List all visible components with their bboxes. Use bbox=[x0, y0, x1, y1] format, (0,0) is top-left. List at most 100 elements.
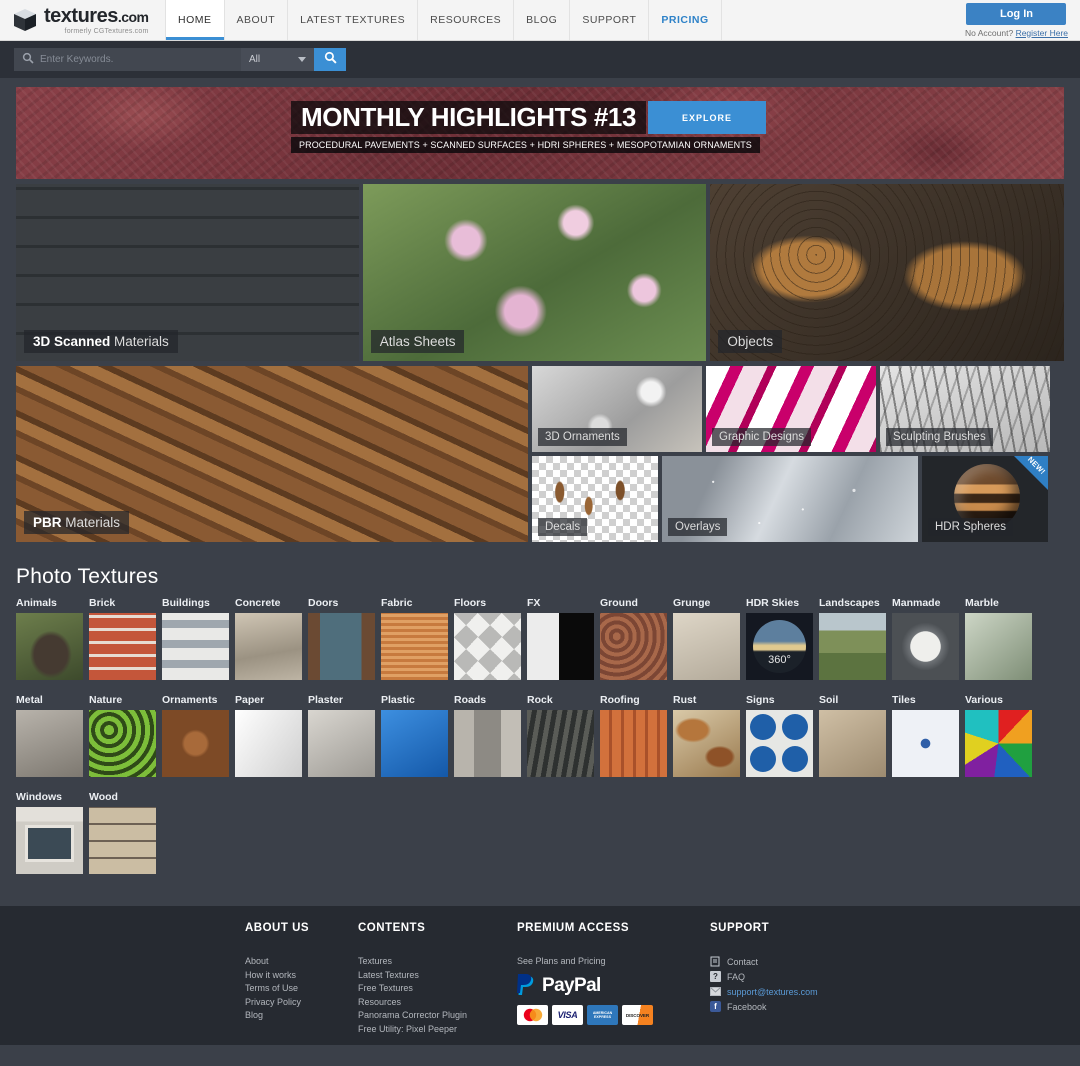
search-field-wrapper[interactable] bbox=[14, 48, 241, 71]
category-cell-ornaments[interactable]: Ornaments bbox=[162, 694, 235, 777]
category-thumbnail bbox=[527, 710, 594, 777]
paypal-icon bbox=[517, 974, 537, 997]
support-link-facebook[interactable]: f Facebook bbox=[710, 1001, 818, 1012]
nav-item-about[interactable]: ABOUT bbox=[223, 0, 288, 40]
category-label: Paper bbox=[235, 694, 265, 706]
card-label: AMERICAN EXPRESS bbox=[592, 1010, 613, 1020]
category-cell-marble[interactable]: Marble bbox=[965, 597, 1038, 680]
search-category-value: All bbox=[249, 54, 261, 65]
support-link-email[interactable]: support@textures.com bbox=[710, 986, 818, 997]
footer-link-textures[interactable]: Textures bbox=[358, 956, 517, 966]
support-link-contact[interactable]: Contact bbox=[710, 956, 818, 967]
support-link-faq[interactable]: ? FAQ bbox=[710, 971, 818, 982]
category-cell-hdr-skies[interactable]: HDR Skies 360° bbox=[746, 597, 819, 680]
tile-label: 3D Scanned Materials bbox=[24, 330, 178, 353]
category-label: Rust bbox=[673, 694, 697, 706]
category-cell-fx[interactable]: FX bbox=[527, 597, 600, 680]
category-cell-animals[interactable]: Animals bbox=[16, 597, 89, 680]
category-cell-grunge[interactable]: Grunge bbox=[673, 597, 746, 680]
footer-link-latest-textures[interactable]: Latest Textures bbox=[358, 970, 517, 980]
search-category-select[interactable]: All bbox=[241, 48, 314, 71]
category-cell-concrete[interactable]: Concrete bbox=[235, 597, 308, 680]
footer-link-terms-of-use[interactable]: Terms of Use bbox=[245, 983, 358, 993]
footer-link-panorama-corrector-plugin[interactable]: Panorama Corrector Plugin bbox=[358, 1010, 517, 1020]
category-cell-paper[interactable]: Paper bbox=[235, 694, 308, 777]
footer-link-blog[interactable]: Blog bbox=[245, 1010, 358, 1020]
tile-label-bold: 3D Scanned bbox=[33, 334, 111, 349]
promo-banner[interactable]: MONTHLY HIGHLIGHTS #13 EXPLORE PROCEDURA… bbox=[16, 87, 1064, 179]
sign-circle bbox=[782, 714, 808, 740]
page-title: Photo Textures bbox=[16, 565, 159, 588]
tile-label-rest: Materials bbox=[61, 515, 121, 530]
footer-link-resources[interactable]: Resources bbox=[358, 997, 517, 1007]
category-cell-rust[interactable]: Rust bbox=[673, 694, 746, 777]
paypal-label: PayPal bbox=[542, 974, 601, 996]
see-plans-and-pricing-link[interactable]: See Plans and Pricing bbox=[517, 956, 710, 966]
nav-label: RESOURCES bbox=[430, 14, 502, 26]
category-cell-windows[interactable]: Windows bbox=[16, 791, 89, 874]
support-label: FAQ bbox=[727, 971, 746, 982]
category-cell-floors[interactable]: Floors bbox=[454, 597, 527, 680]
category-cell-buildings[interactable]: Buildings bbox=[162, 597, 235, 680]
category-thumbnail bbox=[89, 710, 156, 777]
category-cell-plastic[interactable]: Plastic bbox=[381, 694, 454, 777]
footer-link-how-it-works[interactable]: How it works bbox=[245, 970, 358, 980]
login-button[interactable]: Log In bbox=[966, 2, 1067, 25]
category-label: Various bbox=[965, 694, 1003, 706]
category-thumbnail bbox=[16, 613, 83, 680]
category-cell-tiles[interactable]: Tiles bbox=[892, 694, 965, 777]
category-thumbnail bbox=[235, 613, 302, 680]
feature-tile-hdr-spheres[interactable]: NEW! HDR Spheres bbox=[922, 456, 1048, 542]
register-link[interactable]: Register Here bbox=[1016, 28, 1068, 38]
banner-explore-button[interactable]: EXPLORE bbox=[648, 101, 766, 134]
search-input[interactable] bbox=[40, 54, 233, 65]
nav-item-pricing[interactable]: PRICING bbox=[648, 0, 722, 40]
sign-circle bbox=[782, 746, 808, 772]
category-cell-plaster[interactable]: Plaster bbox=[308, 694, 381, 777]
site-logo[interactable]: textures.com formerly CGTextures.com bbox=[0, 0, 165, 40]
tile-label: HDR Spheres bbox=[928, 518, 1013, 536]
footer-link-privacy-policy[interactable]: Privacy Policy bbox=[245, 997, 358, 1007]
feature-tile-decals[interactable]: Decals bbox=[532, 456, 658, 542]
feature-tile-graphic-designs[interactable]: Graphic Designs bbox=[706, 366, 876, 452]
category-thumbnail bbox=[381, 613, 448, 680]
card-label: VISA bbox=[557, 1010, 578, 1020]
category-cell-ground[interactable]: Ground bbox=[600, 597, 673, 680]
category-cell-fabric[interactable]: Fabric bbox=[381, 597, 454, 680]
footer-link-pixel-peeper[interactable]: Free Utility: Pixel Peeper bbox=[358, 1024, 517, 1034]
category-cell-manmade[interactable]: Manmade bbox=[892, 597, 965, 680]
feature-tile-3d-ornaments[interactable]: 3D Ornaments bbox=[532, 366, 702, 452]
feature-tile-3d-scanned-materials[interactable]: 3D Scanned Materials bbox=[16, 184, 359, 361]
cube-icon bbox=[12, 7, 38, 33]
footer-link-free-textures[interactable]: Free Textures bbox=[358, 983, 517, 993]
category-cell-wood[interactable]: Wood bbox=[89, 791, 162, 874]
chevron-down-icon bbox=[298, 54, 306, 65]
category-cell-soil[interactable]: Soil bbox=[819, 694, 892, 777]
nav-item-latest-textures[interactable]: LATEST TEXTURES bbox=[287, 0, 418, 40]
category-cell-metal[interactable]: Metal bbox=[16, 694, 89, 777]
category-cell-roofing[interactable]: Roofing bbox=[600, 694, 673, 777]
footer-link-about[interactable]: About bbox=[245, 956, 358, 966]
feature-tile-overlays[interactable]: Overlays bbox=[662, 456, 918, 542]
category-cell-rock[interactable]: Rock bbox=[527, 694, 600, 777]
footer-heading: PREMIUM ACCESS bbox=[517, 922, 629, 934]
category-cell-signs[interactable]: Signs bbox=[746, 694, 819, 777]
nav-item-home[interactable]: HOME bbox=[165, 0, 224, 40]
feature-tile-sculpting-brushes[interactable]: Sculpting Brushes bbox=[880, 366, 1050, 452]
nav-item-support[interactable]: SUPPORT bbox=[569, 0, 649, 40]
feature-tile-objects[interactable]: Objects bbox=[710, 184, 1064, 361]
category-cell-nature[interactable]: Nature bbox=[89, 694, 162, 777]
category-cell-roads[interactable]: Roads bbox=[454, 694, 527, 777]
nav-item-blog[interactable]: BLOG bbox=[513, 0, 570, 40]
feature-tile-pbr-materials[interactable]: PBR Materials bbox=[16, 366, 528, 542]
nav-item-resources[interactable]: RESOURCES bbox=[417, 0, 514, 40]
category-cell-landscapes[interactable]: Landscapes bbox=[819, 597, 892, 680]
category-label: Marble bbox=[965, 597, 999, 609]
category-thumbnail bbox=[89, 807, 156, 874]
category-thumbnail bbox=[527, 613, 594, 680]
feature-tile-atlas-sheets[interactable]: Atlas Sheets bbox=[362, 184, 707, 361]
category-cell-various[interactable]: Various bbox=[965, 694, 1038, 777]
category-cell-doors[interactable]: Doors bbox=[308, 597, 381, 680]
category-cell-brick[interactable]: Brick bbox=[89, 597, 162, 680]
search-submit-button[interactable] bbox=[314, 48, 346, 71]
